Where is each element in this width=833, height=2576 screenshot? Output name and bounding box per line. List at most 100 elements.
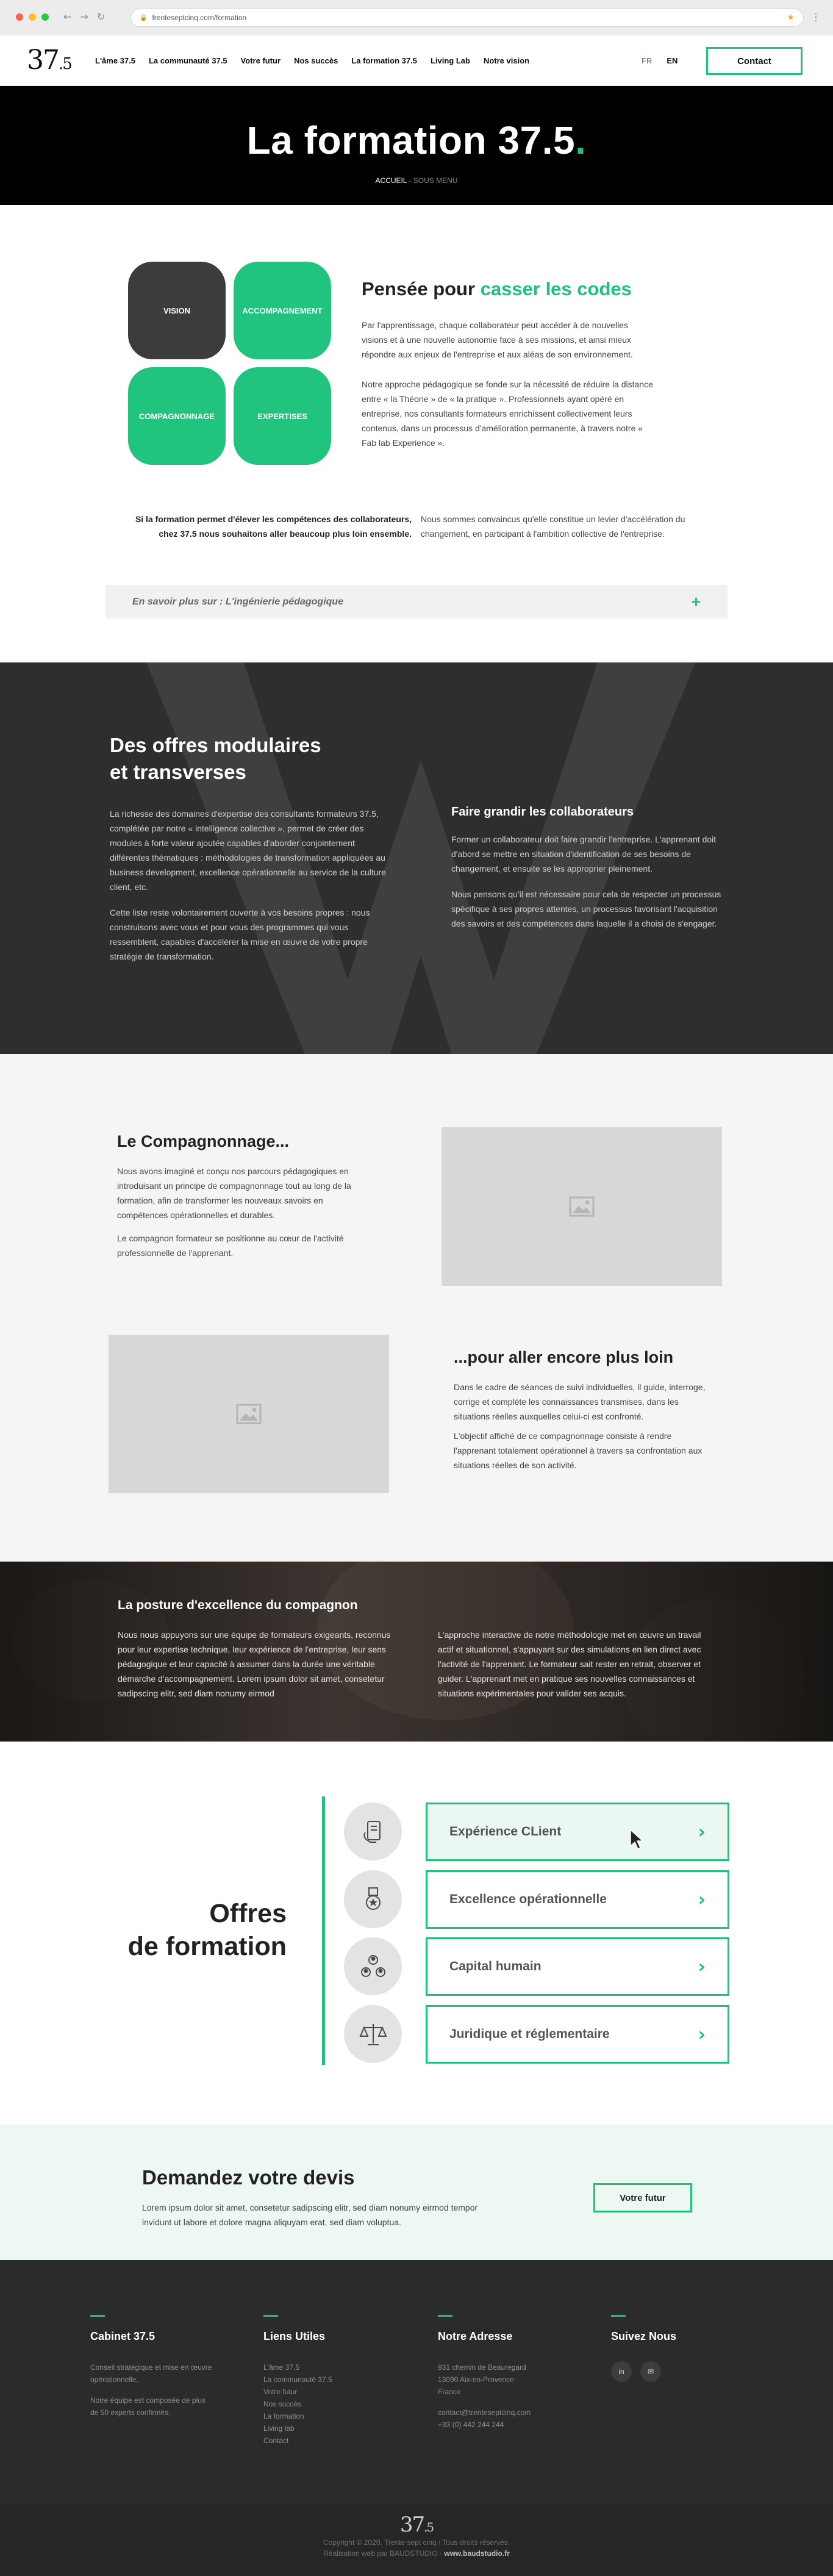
email-icon[interactable]: ✉ (640, 2361, 661, 2382)
tile-compagnonnage[interactable]: COMPAGNONNAGE (128, 367, 226, 465)
modular-left-paragraph-2: Cette liste reste volontairement ouverte… (110, 908, 370, 961)
posture-right-paragraph: L'approche interactive de notre méthodol… (438, 1630, 701, 1698)
lang-fr[interactable]: FR (642, 56, 652, 65)
minimize-window-button[interactable] (29, 13, 36, 21)
nav-item-living-lab[interactable]: Living Lab (431, 56, 470, 65)
intro-paragraph-1: Par l'apprentissage, chaque collaborateu… (362, 320, 633, 359)
footer-logo-main: 37 (399, 2513, 425, 2537)
breadcrumb-home[interactable]: ACCUEIL (376, 176, 407, 185)
logo-small: .5 (59, 55, 73, 73)
browser-toolbar: ← → ↻ 🔒 frenteseptcinq.com/formation ★ ⋮ (0, 0, 833, 35)
intro-bold-statement: Si la formation permet d'élever les comp… (135, 514, 412, 539)
footer-address-line: 13090 Aix-en-Provence (438, 2375, 514, 2384)
people-group-icon (344, 1937, 402, 1995)
votre-futur-button[interactable]: Votre futur (593, 2183, 692, 2212)
offres-divider (322, 1796, 325, 2065)
footer-link[interactable]: Votre futur (263, 2386, 385, 2398)
language-switch: FR EN (642, 56, 677, 65)
reload-icon[interactable]: ↻ (97, 11, 105, 23)
footer-link[interactable]: Nos succès (263, 2398, 385, 2410)
footer-address-line: 931 chemin de Beauregard (438, 2363, 526, 2372)
accordion-label: En savoir plus sur : L'ingénierie pédago… (132, 596, 344, 607)
modular-heading-line2: et transverses (110, 761, 246, 783)
nav-item-formation[interactable]: La formation 37.5 (351, 56, 417, 65)
site-header: 37.5 L'âme 37.5 La communauté 37.5 Votre… (0, 35, 833, 86)
main-nav: L'âme 37.5 La communauté 37.5 Votre futu… (95, 56, 529, 65)
chevron-right-icon: › (698, 1889, 706, 1910)
footer-link[interactable]: L'âme 37.5 (263, 2361, 385, 2373)
offres-heading-line1: Offres (209, 1899, 287, 1928)
footer-link[interactable]: Contact (263, 2434, 385, 2447)
modular-right-heading: Faire grandir les collaborateurs (451, 805, 634, 819)
logo[interactable]: 37.5 (27, 45, 73, 79)
nav-item-communaute[interactable]: La communauté 37.5 (149, 56, 227, 65)
browser-menu-icon[interactable]: ⋮ (811, 11, 821, 23)
page-title: La formation 37.5. (0, 118, 833, 163)
browser-nav: ← → ↻ (63, 11, 105, 23)
customer-experience-icon (344, 1803, 402, 1860)
posture-heading: La posture d'excellence du compagnon (118, 1598, 358, 1612)
forward-arrow-icon[interactable]: → (80, 11, 88, 23)
accordion-ingenierie[interactable]: En savoir plus sur : L'ingénierie pédago… (105, 585, 728, 619)
tile-accompagnement[interactable]: ACCOMPAGNEMENT (234, 262, 331, 359)
footer-text: Conseil stratégique et mise en œuvre opé… (90, 2363, 212, 2384)
offer-card-capital-humain[interactable]: Capital humain › (426, 1937, 729, 1996)
mouse-cursor-icon (630, 1829, 644, 1850)
nav-item-nos-succes[interactable]: Nos succès (294, 56, 338, 65)
offer-card-experience-client[interactable]: Expérience CLient › (426, 1803, 729, 1861)
title-dot: . (575, 118, 587, 162)
lang-en[interactable]: EN (667, 56, 677, 65)
tile-vision[interactable]: VISION (128, 262, 226, 359)
back-arrow-icon[interactable]: ← (63, 11, 71, 23)
footer-accent-bar (263, 2315, 278, 2317)
offres-section: Offres de formation Expérience CLient › E… (0, 1742, 833, 2125)
offer-card-juridique[interactable]: Juridique et réglementaire › (426, 2005, 729, 2064)
linkedin-icon[interactable]: in (611, 2361, 632, 2382)
url-text[interactable]: frenteseptcinq.com/formation (152, 13, 246, 22)
footer-col-title: Liens Utiles (263, 2330, 326, 2342)
footer-col-liens: Liens Utiles L'âme 37.5 La communauté 37… (263, 2315, 385, 2447)
nav-item-notre-vision[interactable]: Notre vision (484, 56, 529, 65)
offer-label: Juridique et réglementaire (449, 2027, 610, 2041)
bookmark-star-icon[interactable]: ★ (787, 12, 795, 23)
footer-link[interactable]: La formation (263, 2410, 385, 2422)
footer-link[interactable]: La communauté 37.5 (263, 2373, 385, 2386)
devis-text: Lorem ipsum dolor sit amet, consetetur s… (142, 2203, 478, 2227)
medal-icon (344, 1870, 402, 1928)
modular-heading: Des offres modulaires et transverses (110, 732, 321, 786)
devis-heading: Demandez votre devis (142, 2166, 355, 2189)
footer-logo[interactable]: 37.5 (0, 2504, 833, 2537)
image-placeholder-2 (109, 1335, 389, 1493)
maximize-window-button[interactable] (41, 13, 49, 21)
chevron-right-icon: › (698, 2023, 706, 2045)
address-bar[interactable]: 🔒 frenteseptcinq.com/formation ★ (130, 9, 804, 27)
close-window-button[interactable] (16, 13, 23, 21)
image-icon (569, 1196, 595, 1217)
offer-card-excellence[interactable]: Excellence opérationnelle › (426, 1870, 729, 1929)
footer-col-adresse: Notre Adresse 931 chemin de Beauregard 1… (438, 2315, 572, 2431)
footer-text: Notre équipe est composée de plus de 50 … (90, 2396, 206, 2417)
contact-button[interactable]: Contact (706, 47, 803, 75)
footer-link[interactable]: Living lab (263, 2422, 385, 2434)
tile-expertises[interactable]: EXPERTISES (234, 367, 331, 465)
sub-footer: 37.5 Copyright © 2020. Trente sept cinq … (0, 2504, 833, 2576)
nav-item-votre-futur[interactable]: Votre futur (241, 56, 281, 65)
footer-phone[interactable]: +33 (0) 442 244 244 (438, 2419, 572, 2431)
intro-paragraph-2: Notre approche pédagogique se fonde sur … (362, 379, 653, 448)
footer-accent-bar (611, 2315, 626, 2317)
devis-section: Demandez votre devis Lorem ipsum dolor s… (0, 2125, 833, 2260)
credit-link[interactable]: www.baudstudio.fr (444, 2549, 510, 2558)
scales-icon (344, 2005, 402, 2063)
hero: La formation 37.5. ACCUEIL - SOUS MENU (0, 86, 833, 205)
breadcrumb-sub[interactable]: SOUS MENU (413, 176, 458, 185)
credit: Réalisation web par BAUDSTUDIO - www.bau… (323, 2549, 510, 2558)
credit-prefix: Réalisation web par BAUDSTUDIO (323, 2549, 438, 2558)
social-links: in ✉ (611, 2361, 733, 2382)
footer-logo-small: .5 (424, 2520, 434, 2535)
plus-icon[interactable]: + (692, 592, 701, 611)
footer-accent-bar (90, 2315, 105, 2317)
footer-email-link[interactable]: contact@trenteseptcinq.com (438, 2406, 572, 2419)
nav-item-ame[interactable]: L'âme 37.5 (95, 56, 135, 65)
offres-heading: Offres de formation (61, 1897, 287, 1963)
aller-plus-loin-heading: ...pour aller encore plus loin (454, 1348, 674, 1366)
